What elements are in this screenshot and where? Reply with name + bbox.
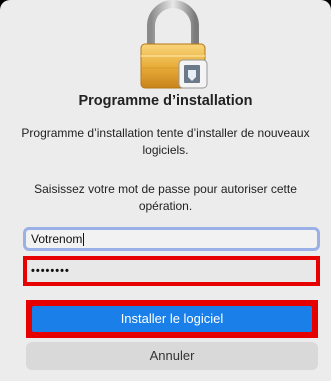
install-button-highlight: Installer le logiciel: [26, 300, 318, 338]
install-software-button[interactable]: Installer le logiciel: [32, 306, 312, 332]
username-value: Votrenom: [31, 232, 83, 246]
dialog-message: Programme d’installation tente d’install…: [21, 126, 310, 157]
password-field[interactable]: ••••••••: [31, 262, 312, 280]
text-caret: [83, 233, 85, 247]
lock-icon: [140, 0, 208, 89]
password-field-highlight: ••••••••: [23, 256, 320, 286]
cancel-button[interactable]: Annuler: [26, 342, 318, 370]
username-field[interactable]: Votrenom: [23, 227, 320, 251]
password-prompt: Saisissez votre mot de passe pour autori…: [34, 182, 297, 213]
dialog-title: Programme d’installation: [78, 93, 253, 109]
installer-dialog: Programme d’installation Programme d’ins…: [0, 0, 331, 381]
